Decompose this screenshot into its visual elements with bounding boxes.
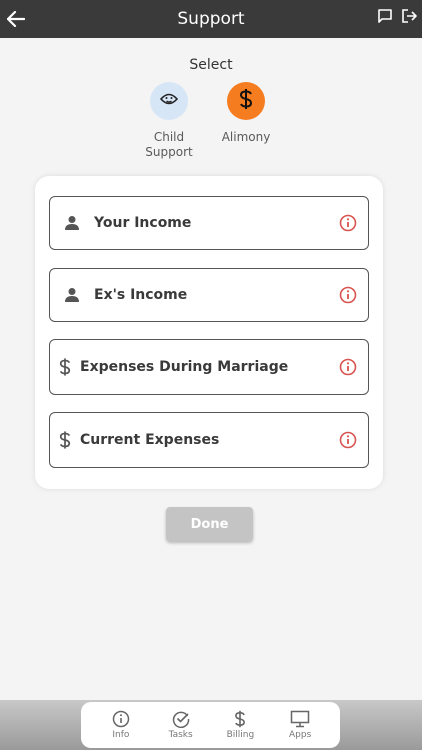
tab-info[interactable]: Info [96, 710, 146, 740]
field-label: Your Income [94, 215, 192, 231]
option-circle[interactable] [150, 82, 188, 120]
tab-apps[interactable]: Apps [275, 710, 325, 740]
field-label: Current Expenses [80, 432, 220, 448]
comment-icon[interactable] [377, 8, 393, 24]
tab-label: Info [112, 730, 130, 740]
dollar-icon [50, 430, 80, 450]
option-label: Alimony [221, 130, 271, 144]
dollar-icon [234, 710, 246, 728]
option-label: Child Support [145, 130, 193, 159]
info-icon[interactable] [328, 431, 368, 449]
tab-label: Billing [226, 730, 255, 740]
arrow-left-icon[interactable] [4, 7, 28, 31]
header-actions [377, 8, 417, 24]
person-icon [50, 215, 94, 231]
field-current-expenses[interactable]: Current Expenses [49, 412, 369, 468]
tab-tasks[interactable]: Tasks [156, 710, 206, 740]
check-circle-icon [172, 710, 190, 728]
dollar-icon [239, 88, 253, 115]
info-icon[interactable] [328, 358, 368, 376]
tab-label: Tasks [168, 730, 193, 740]
tab-billing[interactable]: Billing [215, 710, 265, 740]
option-alimony[interactable]: Alimony [206, 82, 286, 145]
bottom-tab-bar: Info Tasks Billing Apps [81, 702, 340, 748]
logout-icon[interactable] [401, 8, 417, 24]
info-icon [112, 710, 130, 728]
field-label: Expenses During Marriage [80, 359, 289, 375]
field-expenses-during-marriage[interactable]: Expenses During Marriage [49, 339, 369, 395]
field-your-income[interactable]: Your Income [49, 196, 369, 250]
person-icon [50, 287, 94, 303]
dollar-icon [50, 357, 80, 377]
baby-face-icon [159, 89, 179, 114]
monitor-icon [290, 710, 310, 728]
done-button[interactable]: Done [166, 507, 253, 541]
page-title: Support [177, 9, 245, 29]
info-icon[interactable] [328, 214, 368, 232]
app-header: Support [0, 0, 422, 38]
tab-label: Apps [288, 730, 312, 740]
field-ex-income[interactable]: Ex's Income [49, 268, 369, 322]
option-circle[interactable] [227, 82, 265, 120]
field-label: Ex's Income [94, 287, 188, 303]
support-fields-card: Your Income Ex's Income Expenses During … [35, 176, 383, 489]
option-child-support[interactable]: Child Support [129, 82, 209, 160]
select-heading: Select [189, 57, 233, 73]
info-icon[interactable] [328, 286, 368, 304]
